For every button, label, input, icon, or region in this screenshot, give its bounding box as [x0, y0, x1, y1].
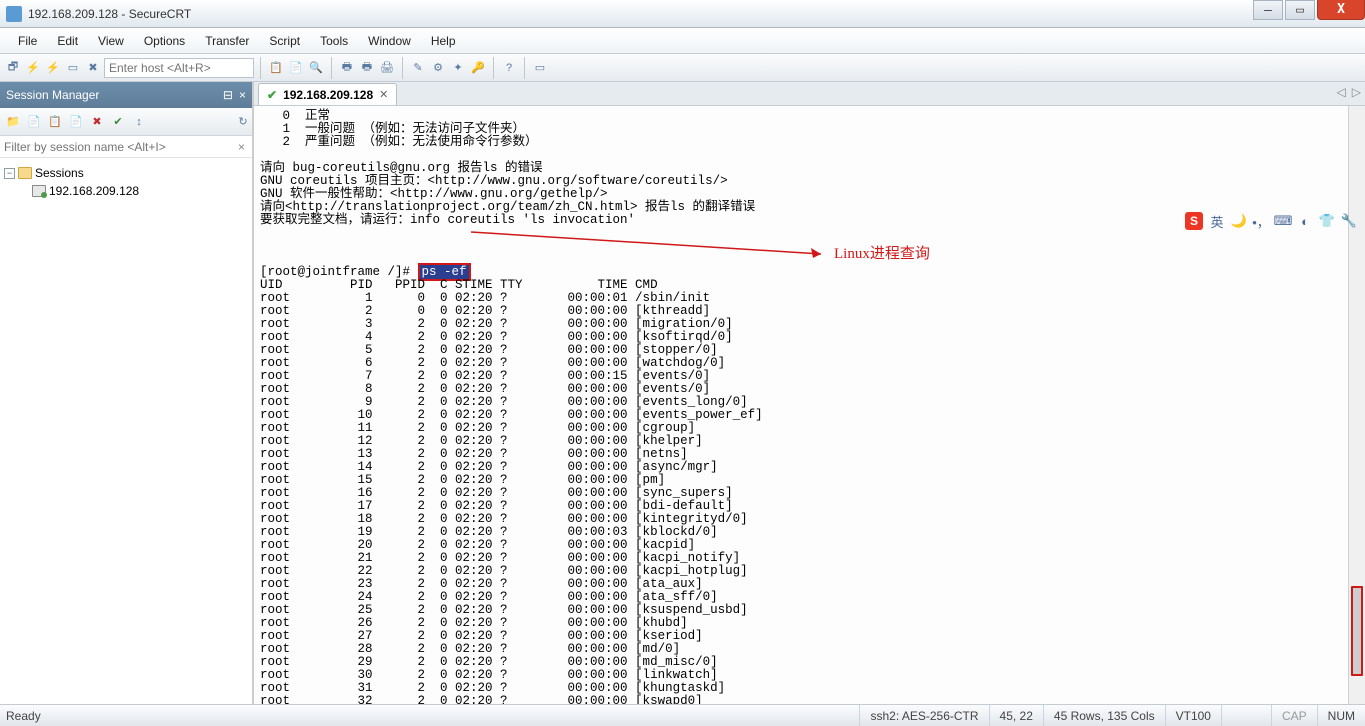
tree-root[interactable]: − Sessions	[4, 164, 248, 182]
separator	[331, 57, 332, 79]
copy-icon[interactable]: 📋	[267, 59, 285, 77]
printer-icon[interactable]: 🖨	[378, 59, 396, 77]
ime-blank-icon[interactable]: ◐	[1297, 213, 1313, 229]
tree-session-label: 192.168.209.128	[49, 184, 139, 198]
connected-icon: ✔	[267, 88, 277, 102]
menu-script[interactable]: Script	[259, 30, 310, 52]
tabs-nav: ◁ ▷	[1337, 85, 1361, 99]
find-icon[interactable]: 🔍	[307, 59, 325, 77]
ime-toolbar: S 英 🌙 •， ⌨ ◐ 👕 🔧	[1185, 212, 1357, 230]
menu-edit[interactable]: Edit	[47, 30, 88, 52]
refresh-icon[interactable]: ↻	[234, 113, 252, 131]
ime-tool-icon[interactable]: 🔧	[1341, 213, 1357, 229]
filter-input[interactable]	[4, 140, 235, 154]
paste-icon[interactable]: 📄	[287, 59, 305, 77]
minimize-button[interactable]: —	[1253, 0, 1283, 20]
ime-moon-icon[interactable]: 🌙	[1231, 213, 1247, 229]
titlebar: 192.168.209.128 - SecureCRT — ▭ X	[0, 0, 1365, 28]
filter-clear-icon[interactable]: ×	[235, 140, 248, 154]
session-tree: − Sessions 192.168.209.128	[0, 158, 252, 704]
panel-close-icon[interactable]: ×	[239, 88, 246, 102]
vertical-scrollbar[interactable]	[1348, 106, 1365, 704]
menu-view[interactable]: View	[88, 30, 134, 52]
status-ready: Ready	[0, 705, 859, 726]
session-manager-title: Session Manager	[6, 88, 99, 102]
separator	[524, 57, 525, 79]
menu-transfer[interactable]: Transfer	[195, 30, 259, 52]
filter-box: ×	[0, 136, 252, 158]
main-area: Session Manager ⊟ × 📁 📄 📋 📄 ✖ ✔ ↕ ↻ × −	[0, 82, 1365, 704]
view-icon[interactable]: ▭	[531, 59, 549, 77]
properties-icon[interactable]: ✎	[409, 59, 427, 77]
session-tools: 📁 📄 📋 📄 ✖ ✔ ↕ ↻	[0, 108, 252, 136]
window-buttons: — ▭ X	[1253, 0, 1365, 27]
new-session-icon[interactable]: 📄	[25, 113, 43, 131]
properties-session-icon[interactable]: ✔	[109, 113, 127, 131]
process-row: root 32 2 0 02:20 ? 00:00:00 [kswapd0]	[260, 695, 1359, 704]
maximize-button[interactable]: ▭	[1285, 0, 1315, 20]
scrollbar-thumb[interactable]	[1351, 586, 1363, 676]
session-manager-panel: Session Manager ⊟ × 📁 📄 📋 📄 ✖ ✔ ↕ ↻ × −	[0, 82, 254, 704]
sort-icon[interactable]: ↕	[130, 113, 148, 131]
ime-skin-icon[interactable]: 👕	[1319, 213, 1335, 229]
status-num: NUM	[1317, 705, 1365, 726]
menu-options[interactable]: Options	[134, 30, 195, 52]
status-cap: CAP	[1271, 705, 1317, 726]
key-icon[interactable]: 🔑	[469, 59, 487, 77]
content-area: ✔ 192.168.209.128 ✕ ◁ ▷ 0 正常 1 一般问题 （例如：…	[254, 82, 1365, 704]
folder-icon	[18, 167, 32, 179]
connect-tab-icon[interactable]: ▭	[64, 59, 82, 77]
disconnect-icon[interactable]: ✖	[84, 59, 102, 77]
ime-punct-icon[interactable]: •，	[1253, 213, 1269, 229]
annotation-label: Linux进程查询	[834, 248, 930, 261]
session-manager-icon[interactable]: 🗗	[4, 59, 22, 77]
tree-session[interactable]: 192.168.209.128	[4, 182, 248, 200]
toolbar: 🗗 ⚡ ⚡ ▭ ✖ 📋 📄 🔍 🖶 🖶 🖨 ✎ ⚙ ✦ 🔑 ? ▭	[0, 54, 1365, 82]
menu-window[interactable]: Window	[358, 30, 421, 52]
menu-file[interactable]: File	[8, 30, 47, 52]
help-icon[interactable]: ?	[500, 59, 518, 77]
tab-prev-icon[interactable]: ◁	[1337, 85, 1346, 99]
menubar: File Edit View Options Transfer Script T…	[0, 28, 1365, 54]
ime-lang[interactable]: 英	[1209, 213, 1225, 229]
host-input[interactable]	[104, 58, 254, 78]
options-icon[interactable]: ⚙	[429, 59, 447, 77]
status-dimensions: 45 Rows, 135 Cols	[1043, 705, 1165, 726]
window-title: 192.168.209.128 - SecureCRT	[28, 7, 1253, 21]
separator	[493, 57, 494, 79]
connect-icon[interactable]: ⚡	[24, 59, 42, 77]
copy-session-icon[interactable]: 📋	[46, 113, 64, 131]
close-button[interactable]: X	[1317, 0, 1365, 20]
statusbar: Ready ssh2: AES-256-CTR 45, 22 45 Rows, …	[0, 704, 1365, 726]
delete-session-icon[interactable]: ✖	[88, 113, 106, 131]
quick-connect-icon[interactable]: ⚡	[44, 59, 62, 77]
tab-session[interactable]: ✔ 192.168.209.128 ✕	[258, 83, 397, 105]
status-cursor: 45, 22	[989, 705, 1043, 726]
print2-icon[interactable]: 🖶	[358, 59, 376, 77]
ime-keyboard-icon[interactable]: ⌨	[1275, 213, 1291, 229]
tab-label: 192.168.209.128	[283, 88, 373, 102]
menu-help[interactable]: Help	[421, 30, 466, 52]
separator	[402, 57, 403, 79]
terminal[interactable]: 0 正常 1 一般问题 （例如：无法访问子文件夹） 2 严重问题 （例如：无法使…	[254, 106, 1365, 704]
expander-icon[interactable]: −	[4, 168, 15, 179]
annotation-arrow	[471, 224, 831, 264]
menu-tools[interactable]: Tools	[310, 30, 358, 52]
tab-close-icon[interactable]: ✕	[379, 88, 388, 101]
tab-bar: ✔ 192.168.209.128 ✕ ◁ ▷	[254, 82, 1365, 106]
status-emulation: VT100	[1165, 705, 1221, 726]
tools-icon[interactable]: ✦	[449, 59, 467, 77]
tab-next-icon[interactable]: ▷	[1352, 85, 1361, 99]
paste-session-icon[interactable]: 📄	[67, 113, 85, 131]
status-protocol: ssh2: AES-256-CTR	[859, 705, 988, 726]
session-icon	[32, 185, 46, 197]
session-manager-header: Session Manager ⊟ ×	[0, 82, 252, 108]
new-folder-icon[interactable]: 📁	[4, 113, 22, 131]
app-icon	[6, 6, 22, 22]
tree-root-label: Sessions	[35, 166, 84, 180]
pin-icon[interactable]: ⊟	[223, 88, 233, 102]
print-icon[interactable]: 🖶	[338, 59, 356, 77]
separator	[260, 57, 261, 79]
sogou-icon[interactable]: S	[1185, 212, 1203, 230]
